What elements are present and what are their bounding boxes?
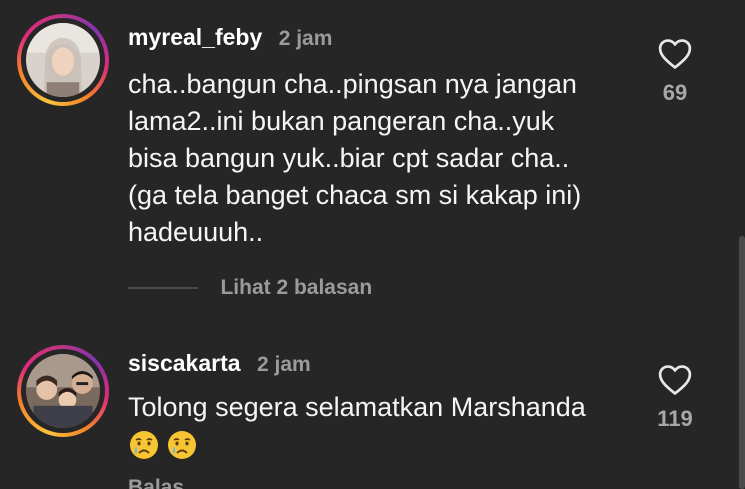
crying-face-emoji	[166, 429, 198, 461]
comment-text: cha..bangun cha..pingsan nya jangan lama…	[128, 69, 582, 247]
view-replies-label: Lihat 2 balasan	[220, 276, 373, 299]
scrollbar[interactable]	[739, 236, 745, 489]
comments-screen: myreal_feby 2 jam cha..bangun cha..pings…	[0, 0, 745, 489]
like-control: 69	[645, 38, 705, 106]
like-control: 119	[645, 364, 705, 432]
story-ring[interactable]	[17, 14, 109, 106]
comment-time: 2 jam	[257, 353, 311, 376]
username[interactable]: siscakarta	[128, 350, 241, 376]
replies-divider	[128, 287, 198, 289]
avatar-photo	[26, 23, 100, 97]
comment-header: myreal_feby 2 jam	[128, 24, 332, 51]
avatar[interactable]	[26, 23, 100, 97]
emoji-row	[128, 429, 204, 459]
avatar[interactable]	[26, 354, 100, 428]
comment-text: Tolong segera selamatkan Marshanda	[128, 392, 586, 422]
username[interactable]: myreal_feby	[128, 24, 262, 50]
like-count: 69	[662, 80, 688, 105]
avatar-photo	[26, 354, 100, 428]
story-ring[interactable]	[17, 345, 109, 437]
crying-face-emoji	[128, 429, 160, 461]
heart-outline-icon[interactable]	[658, 364, 692, 396]
comment-header: siscakarta 2 jam	[128, 350, 311, 377]
view-replies-button[interactable]: Lihat 2 balasan	[128, 276, 372, 306]
heart-outline-icon[interactable]	[658, 38, 692, 70]
reply-button[interactable]: Balas	[128, 476, 184, 489]
like-count: 119	[657, 406, 693, 431]
comment-time: 2 jam	[278, 27, 333, 50]
